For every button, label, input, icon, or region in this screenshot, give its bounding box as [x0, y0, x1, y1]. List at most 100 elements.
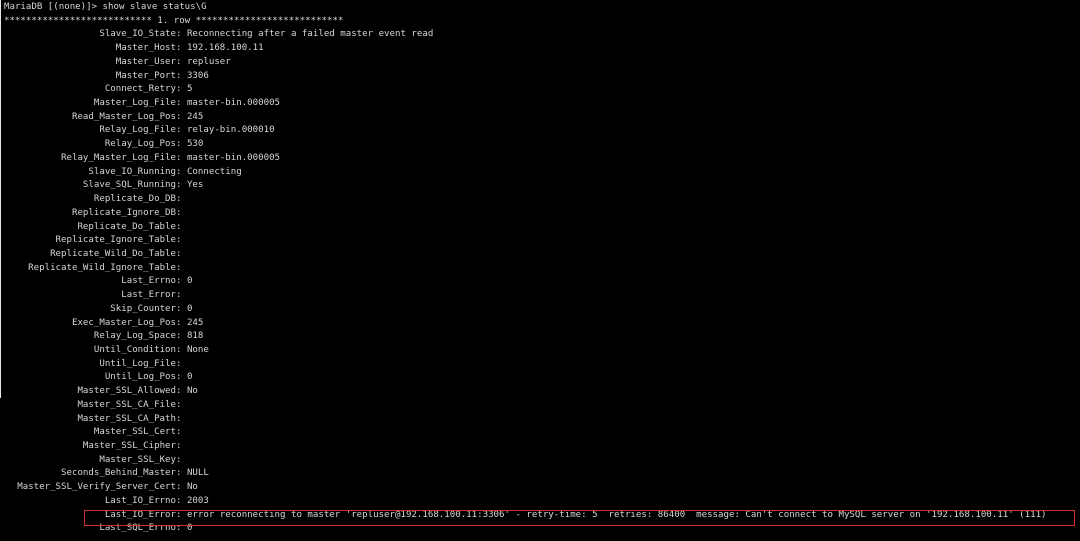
status-field-row: Slave_IO_State: Reconnecting after a fai… [0, 28, 1080, 42]
field-value: 530 [186, 139, 204, 150]
field-separator: : [176, 303, 187, 314]
field-separator: : [176, 180, 187, 191]
row-header: *************************** 1. row *****… [0, 15, 1080, 29]
field-key: Last_IO_Errno [104, 495, 176, 506]
status-field-row: Master_User: repluser [0, 56, 1080, 70]
field-key: Exec_Master_Log_Pos [71, 317, 176, 328]
field-value: 245 [186, 111, 204, 122]
field-key: Read_Master_Log_Pos [71, 111, 176, 122]
field-value: NULL [186, 468, 209, 479]
status-field-row: Master_SSL_Allowed: No [0, 385, 1080, 399]
field-separator: : [176, 262, 187, 273]
field-key: Relay_Log_Space [93, 331, 176, 342]
field-separator: : [176, 125, 187, 136]
field-separator: : [176, 413, 187, 424]
terminal-window[interactable]: MariaDB [(none)]> show slave status\G **… [0, 0, 1080, 541]
field-key: Skip_Counter [110, 303, 176, 314]
prompt-command: MariaDB [(none)]> show slave status\G [4, 2, 207, 12]
status-field-row: Exec_Master_Log_Pos: 245 [0, 317, 1080, 331]
field-key: Master_SSL_CA_File [77, 399, 176, 410]
field-separator: : [176, 70, 187, 81]
field-key: Master_Host [115, 43, 176, 54]
status-field-row: Replicate_Wild_Do_Table: [0, 248, 1080, 262]
row-header-text: *************************** 1. row *****… [4, 15, 344, 26]
status-field-row: Master_SSL_Cert: [0, 426, 1080, 440]
field-value: 0 [186, 276, 193, 287]
status-field-row: Skip_Counter: 0 [0, 303, 1080, 317]
field-value: 0 [186, 372, 193, 383]
slave-status-fields: Slave_IO_State: Reconnecting after a fai… [0, 28, 1080, 536]
status-field-row: Read_Master_Log_Pos: 245 [0, 111, 1080, 125]
field-key: Until_Log_Pos [104, 372, 176, 383]
field-value: 2003 [186, 495, 209, 506]
field-value: Yes [186, 180, 204, 191]
field-key: Slave_IO_Running [88, 166, 176, 177]
field-separator: : [176, 276, 187, 287]
status-field-row: Connect_Retry: 5 [0, 83, 1080, 97]
field-key: Last_IO_Error [104, 509, 176, 520]
field-value: 5 [186, 84, 193, 95]
status-field-row: Replicate_Ignore_Table: [0, 234, 1080, 248]
status-field-row: Last_IO_Error: error reconnecting to mas… [0, 509, 1080, 523]
field-key: Replicate_Do_Table [77, 221, 176, 232]
field-separator: : [176, 221, 187, 232]
field-key: Slave_IO_State [99, 29, 176, 40]
field-separator: : [176, 248, 187, 259]
field-separator: : [176, 372, 187, 383]
field-value: master-bin.000005 [186, 152, 281, 163]
status-field-row: Last_SQL_Errno: 0 [0, 522, 1080, 536]
field-key: Relay_Master_Log_File [61, 152, 176, 163]
field-value: Connecting [186, 166, 242, 177]
field-key: Last_SQL_Errno [99, 523, 176, 534]
field-separator: : [176, 235, 187, 246]
field-key: Master_SSL_Cert [93, 427, 176, 438]
field-separator: : [176, 331, 187, 342]
status-field-row: Replicate_Wild_Ignore_Table: [0, 262, 1080, 276]
field-separator: : [176, 166, 187, 177]
field-key: Replicate_Wild_Ignore_Table [28, 262, 176, 273]
field-separator: : [176, 482, 187, 493]
field-key: Master_Log_File [93, 98, 176, 109]
status-field-row: Until_Condition: None [0, 344, 1080, 358]
field-separator: : [176, 441, 187, 451]
field-value: repluser [186, 56, 231, 67]
field-separator: : [176, 56, 187, 67]
status-field-row: Last_Errno: 0 [0, 275, 1080, 289]
field-key: Replicate_Wild_Do_Table [50, 248, 176, 259]
status-field-row: Until_Log_File: [0, 358, 1080, 372]
field-separator: : [176, 207, 187, 218]
field-key: Last_Errno [121, 276, 176, 287]
field-key: Relay_Log_Pos [104, 139, 176, 150]
field-value: error reconnecting to master 'repluser@1… [186, 509, 1047, 520]
field-value: 192.168.100.11 [186, 43, 264, 54]
field-key: Master_User [115, 56, 176, 67]
prompt-line: MariaDB [(none)]> show slave status\G [0, 1, 1080, 15]
status-field-row: Relay_Master_Log_File: master-bin.000005 [0, 152, 1080, 166]
field-value: None [186, 344, 209, 355]
status-field-row: Master_SSL_Cipher: [0, 440, 1080, 454]
status-field-row: Master_Port: 3306 [0, 70, 1080, 84]
field-separator: : [176, 386, 187, 397]
field-separator: : [176, 98, 187, 109]
field-value: 3306 [186, 70, 209, 81]
status-field-row: Master_Log_File: master-bin.000005 [0, 97, 1080, 111]
field-key: Replicate_Do_DB [93, 194, 176, 205]
field-value: 818 [186, 331, 204, 342]
status-field-row: Replicate_Do_DB: [0, 193, 1080, 207]
field-key: Master_SSL_Key [99, 454, 176, 465]
field-separator: : [176, 358, 187, 369]
field-key: Relay_Log_File [99, 125, 176, 136]
field-separator: : [176, 468, 187, 479]
field-separator: : [176, 194, 187, 205]
field-value: relay-bin.000010 [186, 125, 275, 136]
field-separator: : [176, 509, 187, 520]
status-field-row: Last_IO_Errno: 2003 [0, 495, 1080, 509]
field-key: Replicate_Ignore_Table [55, 235, 176, 246]
status-field-row: Replicate_Do_Table: [0, 221, 1080, 235]
field-separator: : [176, 495, 187, 506]
status-field-row: Until_Log_Pos: 0 [0, 371, 1080, 385]
status-field-row: Last_Error: [0, 289, 1080, 303]
field-value: No [186, 386, 198, 397]
status-field-row: Master_Host: 192.168.100.11 [0, 42, 1080, 56]
status-field-row: Master_SSL_Verify_Server_Cert: No [0, 481, 1080, 495]
